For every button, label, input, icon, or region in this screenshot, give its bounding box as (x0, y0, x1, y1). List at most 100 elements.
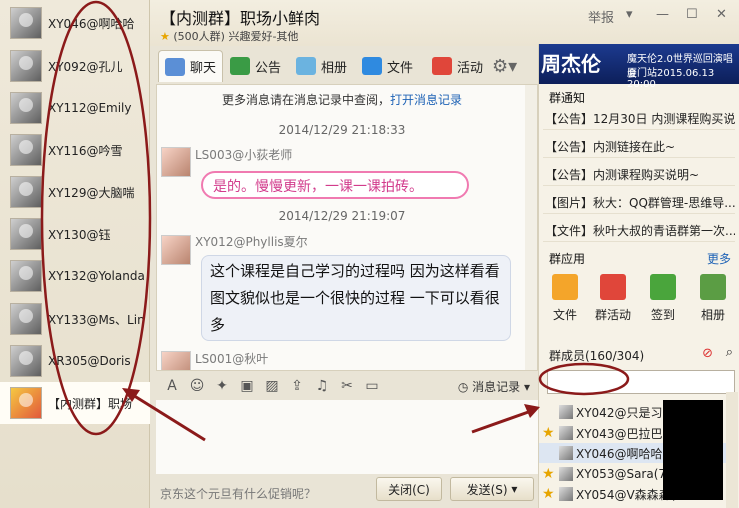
contact-item[interactable]: XY129@大脑喘 (0, 171, 150, 213)
image-icon[interactable]: ▨ (263, 377, 281, 395)
message-sender[interactable]: LS001@秋叶 (195, 350, 268, 367)
app-group-activity[interactable]: 群活动 (593, 274, 633, 323)
scrollbar[interactable] (726, 392, 738, 508)
tab-announcement[interactable]: 公告 (230, 50, 281, 82)
contact-name: XY130@钰 (48, 227, 111, 242)
message-bubble: 是的。慢慢更新，一课一课拍砖。 (201, 171, 469, 199)
contact-item[interactable]: XY046@啊哈哈 (0, 2, 150, 44)
report-link[interactable]: 举报 (588, 7, 614, 26)
tab-label: 相册 (321, 60, 348, 76)
block-icon[interactable]: ⊘ (702, 346, 713, 361)
avatar (559, 467, 573, 481)
contact-item-active-group[interactable]: 【内测群】职场 (0, 382, 150, 424)
message-input[interactable] (156, 400, 538, 474)
contact-item[interactable]: XY132@Yolanda (0, 255, 150, 297)
scissors-icon[interactable]: ✂ (338, 377, 356, 395)
scrollbar[interactable] (525, 85, 537, 370)
member-search-input[interactable] (547, 370, 735, 394)
contact-item[interactable]: XY112@Emily (0, 87, 150, 129)
contact-item[interactable]: XY092@孔儿 (0, 45, 150, 87)
send-button[interactable]: 发送(S) ▾ (450, 477, 534, 501)
notice-item[interactable]: 【文件】秋叶大叔的青语群第一次... (543, 218, 735, 242)
folder-icon (552, 274, 578, 300)
history-note: 更多消息请在消息记录中查阅，打开消息记录 (157, 91, 527, 108)
tab-chat[interactable]: 聊天 (158, 50, 224, 82)
message-bubble: 这个课程是自己学习的过程吗 因为这样看看图文貌似也是一个很快的过程 一下可以看很… (201, 255, 511, 341)
avatar (10, 92, 42, 124)
notice-item[interactable]: 【公告】内测链接在此~ (543, 134, 735, 158)
app-checkin[interactable]: 签到 (643, 274, 683, 323)
avatar (10, 303, 42, 335)
upload-icon[interactable]: ⇪ (288, 377, 306, 395)
gear-icon[interactable]: ⚙▾ (492, 50, 517, 82)
conversation-list: XY046@啊哈哈 XY092@孔儿 XY112@Emily XY116@吟雪 … (0, 0, 150, 508)
contact-name: XY116@吟雪 (48, 143, 123, 158)
music-icon[interactable]: ♫ (313, 377, 331, 395)
avatar (559, 405, 573, 419)
emoji-icon[interactable]: ☺ (188, 377, 206, 395)
members-title: 群成员(160/304) (549, 349, 645, 363)
app-album[interactable]: 相册 (693, 274, 733, 323)
avatar (10, 50, 42, 82)
avatar (10, 176, 42, 208)
notice-section-title: 群通知 (549, 91, 586, 105)
flag-icon (600, 274, 626, 300)
star-icon: ★ (542, 486, 555, 502)
ad-banner[interactable]: 周杰伦 魔天伦2.0世界巡回演唱会 厦门站2015.06.13 20:00 (539, 44, 739, 90)
magic-icon[interactable]: ✦ (213, 377, 231, 395)
search-icon[interactable]: ⌕ (726, 345, 733, 360)
flag-icon (432, 57, 452, 75)
message-record-button[interactable]: ◷ 消息记录 ▾ (458, 378, 530, 395)
avatar (10, 260, 42, 292)
tab-album[interactable]: 相册 (296, 50, 347, 82)
avatar (161, 147, 191, 177)
checkmark-icon (650, 274, 676, 300)
member-name: XY042@只是习惯 (576, 405, 675, 420)
app-files[interactable]: 文件 (545, 274, 585, 323)
contact-name: XY132@Yolanda (48, 269, 145, 283)
chevron-down-icon[interactable]: ▾ (626, 7, 633, 22)
star-icon: ★ (542, 466, 555, 482)
notice-item[interactable]: 【图片】秋大：QQ群管理-思维导... (543, 190, 735, 214)
notice-item[interactable]: 【公告】内测课程购买说明~ (543, 162, 735, 186)
maximize-icon[interactable]: ☐ (686, 7, 698, 22)
group-avatar (10, 387, 42, 419)
avatar (161, 351, 191, 370)
send-label: 发送(S) (466, 482, 508, 497)
contact-item[interactable]: XR305@Doris (0, 340, 150, 382)
tab-label: 聊天 (190, 61, 217, 76)
contact-name: 【内测群】职场 (48, 396, 133, 411)
avatar (10, 218, 42, 250)
font-icon[interactable]: A (163, 377, 181, 395)
message-sender[interactable]: XY012@Phyllis夏尔 (195, 233, 308, 250)
ad-link[interactable]: 京东这个元旦有什么促销呢？ (160, 485, 316, 502)
more-icon[interactable]: ▭ (363, 377, 381, 395)
contact-item[interactable]: XY130@钰 (0, 213, 150, 255)
tab-bar: 聊天 公告 相册 文件 活动 ⚙▾ (150, 48, 538, 84)
gift-icon[interactable]: ▣ (238, 377, 256, 395)
close-button[interactable]: 关闭(C) (376, 477, 442, 501)
more-link[interactable]: 更多 (707, 250, 731, 267)
avatar (559, 487, 573, 501)
tab-activity[interactable]: 活动 (432, 50, 483, 82)
star-icon: ★ (542, 425, 555, 441)
photo-icon (700, 274, 726, 300)
close-icon[interactable]: ✕ (716, 7, 727, 22)
avatar (10, 7, 42, 39)
avatar (559, 446, 573, 460)
app-label: 签到 (650, 308, 675, 322)
contact-item[interactable]: XY133@Ms、Lin (0, 298, 150, 340)
group-title: 【内测群】职场小鲜肉 (160, 9, 321, 28)
message-record-label: 消息记录 (472, 380, 521, 394)
message-sender[interactable]: LS003@小荻老师 (195, 146, 292, 163)
member-name: XY043@巴拉巴拉 (576, 426, 675, 441)
message-area[interactable]: 更多消息请在消息记录中查阅，打开消息记录 2014/12/29 21:18:33… (156, 84, 538, 371)
notice-item[interactable]: 【公告】12月30日 内测课程购买说明 (543, 106, 735, 130)
minimize-icon[interactable]: — (656, 7, 669, 22)
avatar (10, 345, 42, 377)
folder-icon (362, 57, 382, 75)
open-history-link[interactable]: 打开消息记录 (390, 93, 462, 107)
contact-item[interactable]: XY116@吟雪 (0, 129, 150, 171)
tab-files[interactable]: 文件 (362, 50, 413, 82)
tab-label: 公告 (255, 60, 282, 76)
